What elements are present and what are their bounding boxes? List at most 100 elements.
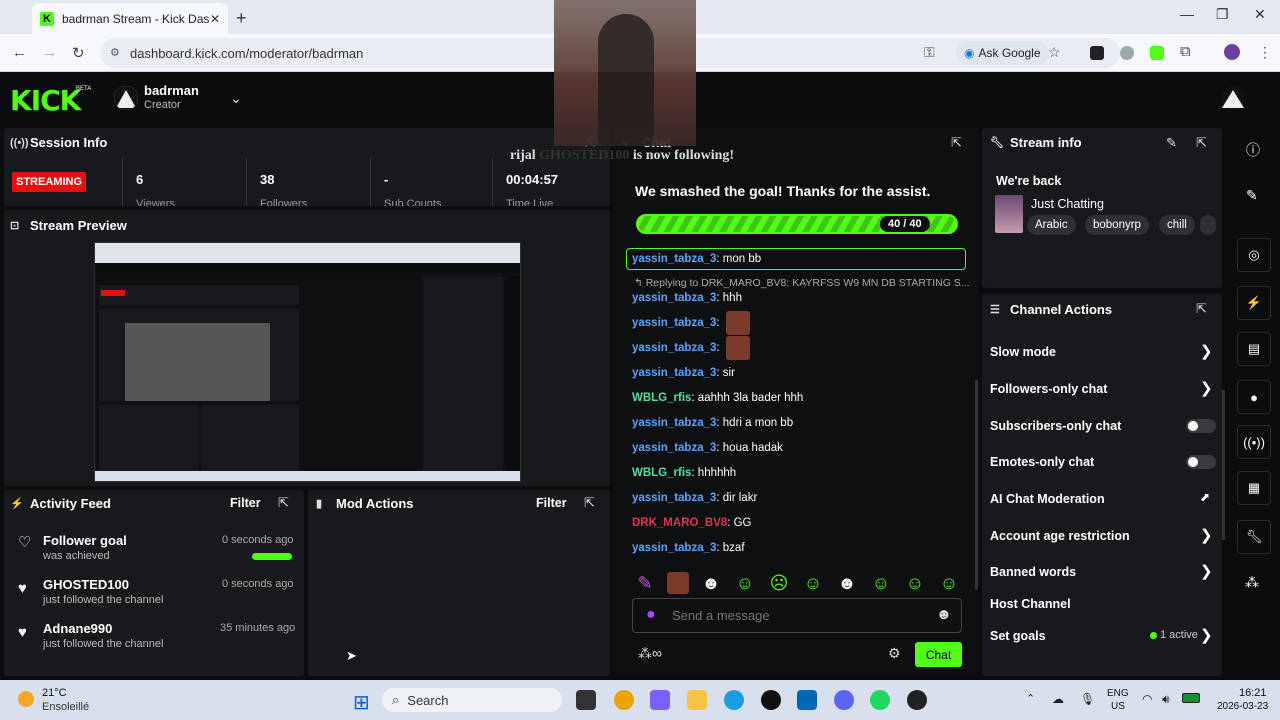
shield-extension-icon[interactable] (1120, 46, 1134, 60)
chevron-right-icon[interactable]: ❯ (1200, 526, 1213, 544)
profile-avatar-icon[interactable] (1224, 44, 1240, 60)
settings-gear-icon[interactable]: ⚙ (888, 645, 901, 662)
kick-extension-icon[interactable] (1150, 46, 1164, 60)
activity-filter-button[interactable]: Filter (230, 496, 261, 510)
close-window-icon[interactable]: ✕ (1254, 6, 1266, 23)
m365-icon[interactable] (650, 690, 670, 710)
wifi-icon[interactable]: ◠ (1142, 692, 1152, 706)
emote-quick-icon[interactable]: ☺ (734, 572, 756, 594)
stream-tag[interactable]: Arabic (1027, 215, 1076, 235)
chevron-down-icon[interactable]: ⌄ (230, 90, 242, 107)
clock-time[interactable]: 16:21 (1239, 687, 1267, 699)
emote-quick-icon[interactable]: ☻ (836, 572, 858, 594)
taskbar-search[interactable]: ⌕ Search (382, 688, 562, 712)
channel-actions-scrollbar[interactable] (1222, 390, 1225, 540)
emoji-picker-icon[interactable]: ☻ (936, 606, 952, 623)
chevron-right-icon[interactable]: ❯ (1200, 379, 1213, 397)
category-thumbnail[interactable] (995, 195, 1023, 233)
file-explorer-icon[interactable] (687, 690, 707, 710)
chevron-right-icon[interactable]: ❯ (1200, 562, 1213, 580)
chat-username[interactable]: yassin_tabza_3 (632, 253, 716, 265)
chrome-icon[interactable] (614, 690, 634, 710)
spotify-icon[interactable] (870, 690, 890, 710)
cloud-icon[interactable]: ☁ (1052, 692, 1064, 706)
stream-tag[interactable]: chill (1159, 215, 1195, 235)
store-icon[interactable] (797, 690, 817, 710)
windows-start-icon[interactable]: ⊞ (353, 690, 370, 715)
new-tab-icon[interactable]: + (236, 8, 247, 29)
stream-category[interactable]: Just Chatting (1031, 197, 1104, 211)
popout-icon[interactable]: ⇱ (278, 495, 289, 511)
puzzle-icon[interactable]: ⧉ (1180, 43, 1191, 60)
tray-chevron-icon[interactable]: ⌃ (1026, 692, 1035, 705)
chat-username[interactable]: yassin_tabza_3 (632, 542, 716, 554)
broadcast-icon[interactable]: ((•)) (1237, 425, 1271, 459)
site-info-icon[interactable]: ⚙ (110, 46, 120, 59)
slow-mode-label[interactable]: Slow mode (990, 345, 1056, 359)
account-age-label[interactable]: Account age restriction (990, 529, 1130, 543)
subscribers-only-toggle[interactable] (1186, 419, 1216, 433)
ai-moderation-label[interactable]: AI Chat Moderation (990, 492, 1105, 506)
battery-icon[interactable] (1182, 693, 1200, 703)
edit-pencil-icon[interactable]: ✎ (1246, 187, 1258, 204)
emote-quick-icon[interactable]: ☺ (870, 572, 892, 594)
volume-icon[interactable]: 🔊︎ (1162, 692, 1170, 707)
lightning-icon[interactable]: ⚡ (1237, 286, 1271, 320)
emote-quick-icon[interactable]: ✎ (634, 572, 656, 594)
emote-quick-icon[interactable]: ☻ (700, 572, 722, 594)
reload-icon[interactable]: ↻ (72, 44, 85, 62)
external-link-icon[interactable]: ⬈ (1200, 490, 1210, 504)
stream-tag-overflow[interactable] (1200, 215, 1216, 235)
mod-filter-button[interactable]: Filter (536, 496, 567, 510)
chat-username[interactable]: yassin_tabza_3 (632, 442, 716, 454)
followers-only-label[interactable]: Followers-only chat (990, 382, 1107, 396)
forward-icon[interactable]: → (42, 44, 57, 61)
chat-username[interactable]: DRK_MARO_BV8 (632, 517, 727, 529)
weather-temp[interactable]: 21°C (42, 687, 67, 699)
emotes-only-toggle[interactable] (1186, 455, 1216, 469)
notes-icon[interactable]: ▤ (1237, 332, 1271, 366)
microphone-icon[interactable]: ● (646, 606, 656, 624)
edge-icon[interactable] (724, 690, 744, 710)
chat-username[interactable]: yassin_tabza_3 (632, 417, 716, 429)
menu-kebab-icon[interactable]: ⋮ (1258, 44, 1272, 61)
extension-icon[interactable] (1090, 46, 1104, 60)
wrench-icon[interactable]: 🔧︎ (1237, 520, 1271, 554)
browser-tab[interactable]: K badrman Stream - Kick Dashbo ✕ (32, 3, 228, 34)
chat-username[interactable]: yassin_tabza_3 (632, 342, 716, 354)
user-menu-avatar[interactable] (1220, 86, 1246, 110)
taskview-icon[interactable] (576, 690, 596, 710)
popout-icon[interactable]: ⇱ (951, 135, 962, 151)
minimize-icon[interactable]: — (1180, 6, 1194, 22)
obs-icon[interactable] (907, 690, 927, 710)
host-channel-label[interactable]: Host Channel (990, 597, 1071, 611)
input-language[interactable]: ENG (1107, 688, 1129, 699)
stream-tag[interactable]: bobonyrp (1085, 215, 1149, 235)
emote-quick-icon[interactable]: ☺ (938, 572, 960, 594)
chat-username[interactable]: yassin_tabza_3 (632, 367, 716, 379)
camera-icon[interactable]: ◎ (1237, 238, 1271, 272)
discord-icon[interactable] (834, 690, 854, 710)
chat-bubble-icon[interactable]: ● (1237, 380, 1271, 414)
kick-logo[interactable]: KICK (10, 84, 81, 117)
maximize-icon[interactable]: ❐ (1216, 6, 1229, 23)
close-tab-icon[interactable]: ✕ (210, 12, 220, 26)
chat-username[interactable]: WBLG_rfis (632, 392, 691, 404)
edit-pencil-icon[interactable]: ✎ (1166, 135, 1177, 151)
send-chat-button[interactable]: Chat (915, 642, 962, 667)
chat-message-input[interactable] (672, 605, 922, 625)
stream-preview-video[interactable] (94, 242, 521, 482)
popout-icon[interactable]: ⇱ (1196, 135, 1207, 151)
back-icon[interactable]: ← (12, 44, 27, 61)
emote-quick-icon[interactable]: ☹ (768, 572, 790, 594)
chat-username[interactable]: WBLG_rfis (632, 467, 691, 479)
chat-username[interactable]: yassin_tabza_3 (632, 492, 716, 504)
banned-words-label[interactable]: Banned words (990, 565, 1076, 579)
key-icon[interactable]: ⚿ (924, 44, 935, 61)
chevron-right-icon[interactable]: ❯ (1200, 626, 1213, 644)
popout-icon[interactable]: ⇱ (1196, 301, 1207, 317)
emote-quick-icon[interactable]: ☺ (904, 572, 926, 594)
set-goals-label[interactable]: Set goals (990, 629, 1046, 643)
chevron-right-icon[interactable]: ❯ (1200, 342, 1213, 360)
emote-quick-icon[interactable] (667, 572, 689, 594)
